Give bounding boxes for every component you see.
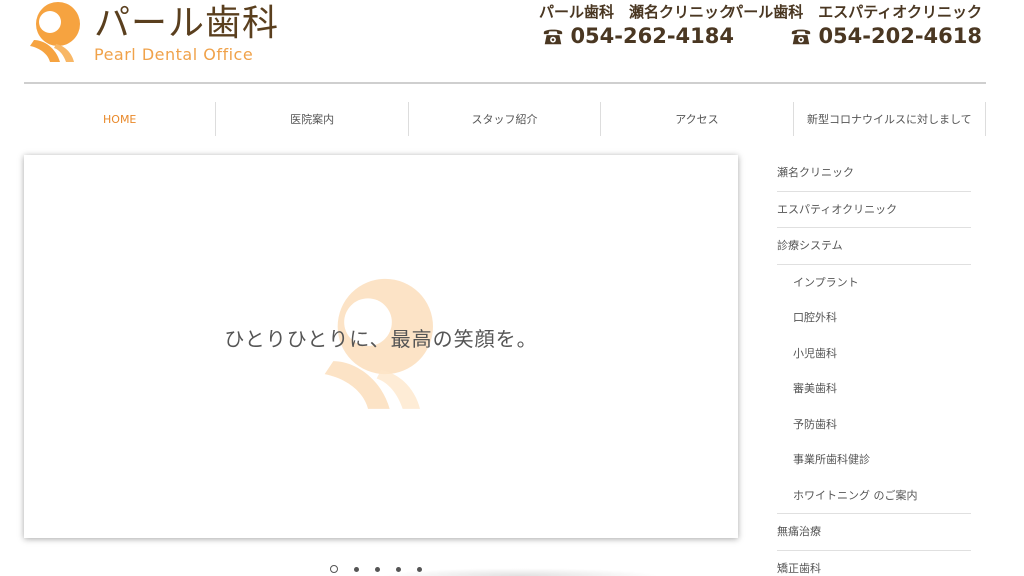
side-item-sena-clinic[interactable]: 瀬名クリニック <box>777 155 971 192</box>
side-item-workplace-checkup[interactable]: 事業所歯科健診 <box>777 442 971 478</box>
side-item-implant[interactable]: インプラント <box>777 265 971 301</box>
nav-item-staff[interactable]: スタッフ紹介 <box>409 102 602 136</box>
nav-item-home[interactable]: HOME <box>24 102 217 136</box>
logo-subtitle: Pearl Dental Office <box>94 45 254 64</box>
clinic-contact-espatio: パール歯科 エスパティオクリニック 054-202-4618 <box>728 2 982 48</box>
slider-dot[interactable] <box>396 566 401 572</box>
page: パール歯科 Pearl Dental Office パール歯科 瀬名クリニック … <box>0 0 1024 576</box>
slider-dot[interactable] <box>417 566 422 572</box>
phone-number: 054-202-4618 <box>818 24 982 48</box>
nav-item-clinic-info[interactable]: 医院案内 <box>216 102 409 136</box>
side-item-whitening[interactable]: ホワイトニング のご案内 <box>777 478 971 514</box>
side-item-espatio-clinic[interactable]: エスパティオクリニック <box>777 192 971 228</box>
slider-dot[interactable] <box>354 566 359 572</box>
logo-title: パール歯科 <box>94 3 280 44</box>
hero-slider[interactable]: ひとりひとりに、最高の笑顔を。 <box>24 155 738 538</box>
slider-dot[interactable] <box>330 565 338 573</box>
logo[interactable]: パール歯科 Pearl Dental Office <box>26 0 286 72</box>
header-divider <box>24 82 986 84</box>
telephone-icon <box>792 29 811 45</box>
side-item-orthodontics[interactable]: 矯正歯科 <box>777 551 971 576</box>
slide-caption: ひとりひとりに、最高の笑顔を。 <box>224 327 538 351</box>
nav-item-access[interactable]: アクセス <box>601 102 794 136</box>
telephone-icon <box>544 29 563 45</box>
main-nav: HOME 医院案内 スタッフ紹介 アクセス 新型コロナウイルスに対しまして <box>24 102 987 136</box>
side-item-cosmetic[interactable]: 審美歯科 <box>777 371 971 407</box>
nav-item-covid[interactable]: 新型コロナウイルスに対しまして <box>794 102 987 136</box>
side-item-pediatric[interactable]: 小児歯科 <box>777 336 971 372</box>
side-menu: 瀬名クリニック エスパティオクリニック 診療システム インプラント 口腔外科 小… <box>777 155 971 576</box>
slider-pagination <box>330 565 438 573</box>
side-item-painless[interactable]: 無痛治療 <box>777 514 971 551</box>
clinic-name: パール歯科 エスパティオクリニック <box>728 3 982 21</box>
phone-number: 054-262-4184 <box>570 24 734 48</box>
clinic-phone[interactable]: 054-202-4618 <box>728 24 982 48</box>
side-item-treatment-system[interactable]: 診療システム <box>777 228 971 265</box>
side-item-preventive[interactable]: 予防歯科 <box>777 407 971 443</box>
slider-dot[interactable] <box>375 566 380 572</box>
clinic-phone[interactable]: 054-262-4184 <box>539 24 734 48</box>
clinic-contact-sena: パール歯科 瀬名クリニック 054-262-4184 <box>539 2 734 48</box>
clinic-name: パール歯科 瀬名クリニック <box>538 3 734 21</box>
pearl-logo-icon <box>30 2 80 62</box>
side-item-oral-surgery[interactable]: 口腔外科 <box>777 300 971 336</box>
